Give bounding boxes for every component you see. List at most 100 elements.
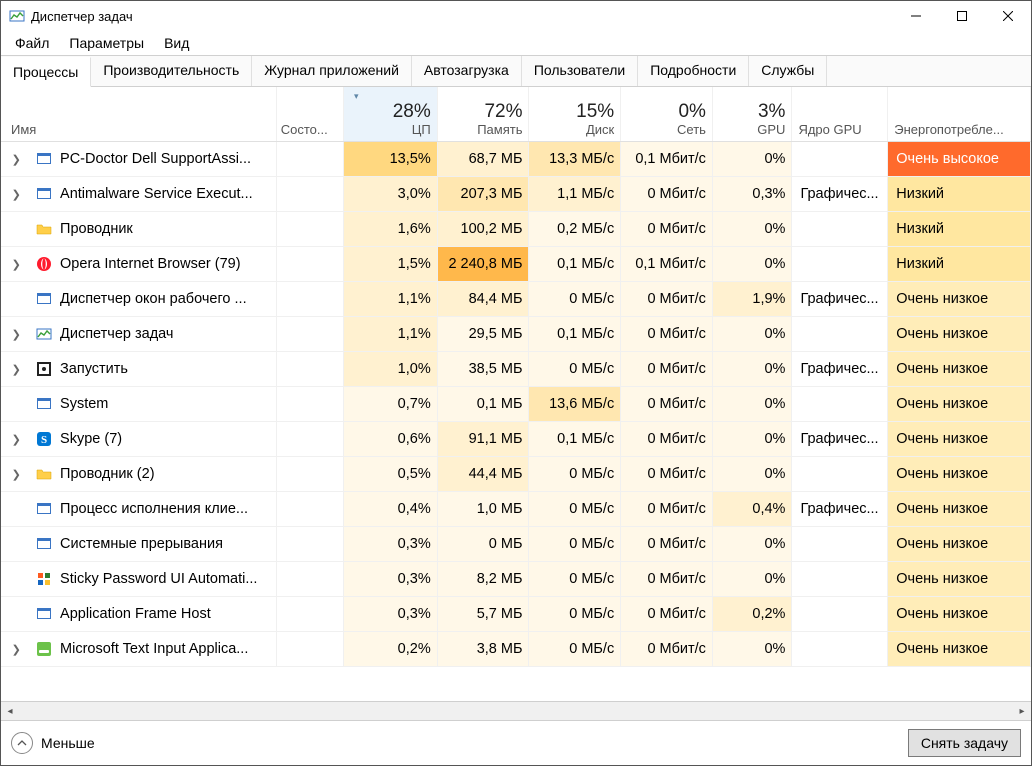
- process-name: Диспетчер окон рабочего ...: [56, 282, 276, 317]
- scroll-right-icon[interactable]: ▸: [1013, 706, 1031, 717]
- mem-cell: 8,2 МБ: [437, 562, 529, 597]
- titlebar: Диспетчер задач: [1, 1, 1031, 31]
- table-row[interactable]: ❯Проводник (2)0,5%44,4 МБ0 МБ/с0 Мбит/с0…: [1, 457, 1031, 492]
- tab-startup[interactable]: Автозагрузка: [412, 56, 522, 86]
- energy-cell: Очень высокое: [888, 142, 1031, 177]
- process-state: [276, 212, 343, 247]
- cpu-cell: 0,7%: [343, 387, 437, 422]
- menu-view[interactable]: Вид: [154, 33, 199, 53]
- tab-processes[interactable]: Процессы: [1, 57, 91, 87]
- expand-toggle[interactable]: ❯: [1, 632, 32, 667]
- table-row[interactable]: ❯ Opera Internet Browser (79) 1,5%2 240,8 …: [1, 247, 1031, 282]
- expand-toggle: [1, 562, 32, 597]
- gpu-cell: 0%: [712, 632, 792, 667]
- col-header-gpu[interactable]: 3% GPU: [712, 87, 792, 142]
- disk-cell: 1,1 МБ/с: [529, 177, 621, 212]
- process-name: Проводник (2): [56, 457, 276, 492]
- col-header-energy[interactable]: Энергопотребле...: [888, 87, 1031, 142]
- process-name: Application Frame Host: [56, 597, 276, 632]
- process-name: Antimalware Service Execut...: [56, 177, 276, 212]
- mem-cell: 5,7 МБ: [437, 597, 529, 632]
- end-task-button[interactable]: Снять задачу: [908, 729, 1021, 757]
- energy-cell: Очень низкое: [888, 282, 1031, 317]
- process-name: PC-Doctor Dell SupportAssi...: [56, 142, 276, 177]
- tab-performance[interactable]: Производительность: [91, 56, 252, 86]
- table-row[interactable]: ❯Запустить1,0%38,5 МБ0 МБ/с0 Мбит/с0%Гра…: [1, 352, 1031, 387]
- network-label: Сеть: [625, 123, 706, 137]
- col-header-state[interactable]: Состо...: [276, 87, 343, 142]
- table-row[interactable]: ❯Диспетчер задач1,1%29,5 МБ0,1 МБ/с0 Мби…: [1, 317, 1031, 352]
- expand-toggle[interactable]: ❯: [1, 247, 32, 282]
- tabstrip: Процессы Производительность Журнал прило…: [1, 55, 1031, 87]
- table-row[interactable]: Проводник1,6%100,2 МБ0,2 МБ/с0 Мбит/с0%Н…: [1, 212, 1031, 247]
- cpu-cell: 1,5%: [343, 247, 437, 282]
- table-row[interactable]: Sticky Password UI Automati...0,3%8,2 МБ…: [1, 562, 1031, 597]
- mem-cell: 2 240,8 МБ: [437, 247, 529, 282]
- expand-toggle: [1, 212, 32, 247]
- table-row[interactable]: ❯Antimalware Service Execut...3,0%207,3 …: [1, 177, 1031, 212]
- memory-pct: 72%: [442, 102, 523, 123]
- gpucore-label: Ядро GPU: [798, 123, 861, 137]
- gpucore-cell: [792, 387, 888, 422]
- cpu-cell: 3,0%: [343, 177, 437, 212]
- expand-toggle[interactable]: ❯: [1, 352, 32, 387]
- fewer-details-button[interactable]: Меньше: [11, 732, 95, 754]
- horizontal-scrollbar[interactable]: ◂ ▸: [1, 701, 1031, 720]
- col-header-disk[interactable]: 15% Диск: [529, 87, 621, 142]
- col-header-name[interactable]: Имя: [1, 87, 276, 142]
- process-state: [276, 317, 343, 352]
- net-cell: 0 Мбит/с: [621, 352, 713, 387]
- close-button[interactable]: [985, 1, 1031, 31]
- expand-toggle[interactable]: ❯: [1, 422, 32, 457]
- cpu-cell: 0,3%: [343, 597, 437, 632]
- minimize-button[interactable]: [893, 1, 939, 31]
- expand-toggle[interactable]: ❯: [1, 177, 32, 212]
- energy-cell: Очень низкое: [888, 527, 1031, 562]
- col-header-cpu[interactable]: ▾ 28% ЦП: [343, 87, 437, 142]
- table-row[interactable]: ❯PC-Doctor Dell SupportAssi...13,5%68,7 …: [1, 142, 1031, 177]
- energy-cell: Очень низкое: [888, 317, 1031, 352]
- disk-cell: 0 МБ/с: [529, 597, 621, 632]
- energy-cell: Очень низкое: [888, 457, 1031, 492]
- menu-options[interactable]: Параметры: [59, 33, 154, 53]
- process-icon: [32, 352, 56, 387]
- net-cell: 0 Мбит/с: [621, 457, 713, 492]
- net-cell: 0 Мбит/с: [621, 597, 713, 632]
- table-row[interactable]: Диспетчер окон рабочего ...1,1%84,4 МБ0 …: [1, 282, 1031, 317]
- col-header-gpucore[interactable]: Ядро GPU: [792, 87, 888, 142]
- maximize-button[interactable]: [939, 1, 985, 31]
- process-icon: [32, 317, 56, 352]
- table-row[interactable]: ❯SSkype (7)0,6%91,1 МБ0,1 МБ/с0 Мбит/с0%…: [1, 422, 1031, 457]
- gpu-cell: 0%: [712, 457, 792, 492]
- menu-file[interactable]: Файл: [5, 33, 59, 53]
- table-row[interactable]: Системные прерывания0,3%0 МБ0 МБ/с0 Мбит…: [1, 527, 1031, 562]
- cpu-cell: 0,5%: [343, 457, 437, 492]
- net-cell: 0 Мбит/с: [621, 387, 713, 422]
- scroll-left-icon[interactable]: ◂: [1, 706, 19, 717]
- tab-users[interactable]: Пользователи: [522, 56, 638, 86]
- table-row[interactable]: Application Frame Host 0,3%5,7 МБ0 МБ/с0 …: [1, 597, 1031, 632]
- gpu-cell: 0%: [712, 387, 792, 422]
- col-header-memory[interactable]: 72% Память: [437, 87, 529, 142]
- table-row[interactable]: System0,7%0,1 МБ13,6 МБ/с0 Мбит/с0%Очень…: [1, 387, 1031, 422]
- process-state: [276, 247, 343, 282]
- expand-toggle[interactable]: ❯: [1, 317, 32, 352]
- expand-toggle: [1, 282, 32, 317]
- tab-details[interactable]: Подробности: [638, 56, 749, 86]
- expand-toggle[interactable]: ❯: [1, 457, 32, 492]
- tab-services[interactable]: Службы: [749, 56, 827, 86]
- expand-toggle[interactable]: ❯: [1, 142, 32, 177]
- process-icon: [32, 527, 56, 562]
- cpu-label: ЦП: [348, 123, 431, 137]
- tab-app-history[interactable]: Журнал приложений: [252, 56, 412, 86]
- process-state: [276, 457, 343, 492]
- process-name: Запустить: [56, 352, 276, 387]
- process-name: Opera Internet Browser (79): [56, 247, 276, 282]
- col-header-network[interactable]: 0% Сеть: [621, 87, 713, 142]
- table-row[interactable]: ❯Microsoft Text Input Applica...0,2%3,8 …: [1, 632, 1031, 667]
- gpu-cell: 0%: [712, 562, 792, 597]
- table-row[interactable]: Процесс исполнения клие...0,4%1,0 МБ0 МБ…: [1, 492, 1031, 527]
- process-state: [276, 282, 343, 317]
- process-icon: [32, 212, 56, 247]
- process-state: [276, 597, 343, 632]
